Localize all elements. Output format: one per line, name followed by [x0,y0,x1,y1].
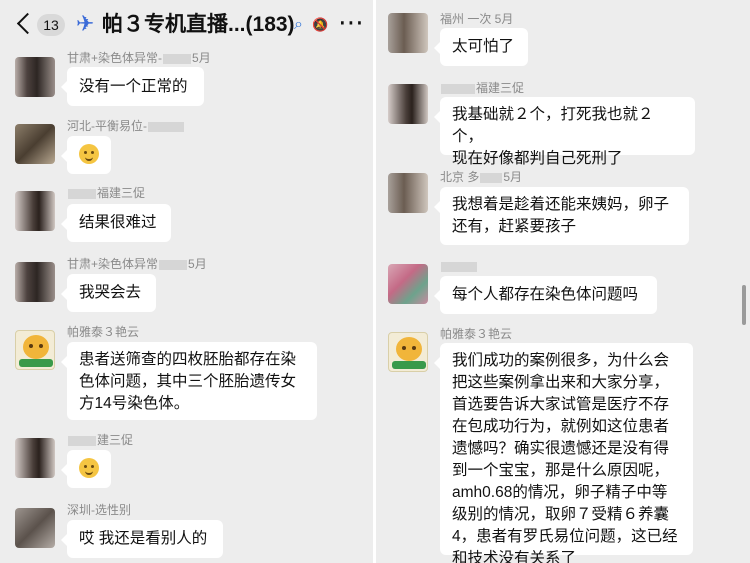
sender-name: 河北-平衡易位- [67,119,185,133]
sender-name-suffix: 福建三促 [476,81,525,95]
emoji-sticker-icon [79,144,99,164]
avatar[interactable] [388,264,428,304]
sender-name-suffix: 5月 [503,170,523,184]
message-bubble[interactable]: 我们成功的案例很多，为什么会 把这些案例拿出来和大家分享， 首选要告诉大家试管是… [434,343,693,563]
logo-ribbon [19,359,53,367]
chat-header: 13 ✈ 帕３专机直播...(183) ⌕ 🔕 ⋯ [0,0,373,50]
message-text: 我基础就２个，打死我也就２个， 现在好像都判自己死刑了 [452,106,654,167]
message-text: 我们成功的案例很多，为什么会 把这些案例拿出来和大家分享， 首选要告诉大家试管是… [452,352,678,563]
redaction-block [441,261,477,272]
sender-name: 建三促 [67,433,133,447]
sender-name-suffix: 5月 [192,51,211,65]
sender-name-text: 甘肃+染色体异常- [67,51,163,65]
mascot-icon [396,337,422,361]
redaction-block [68,435,96,446]
message-bubble[interactable]: 我想着是趁着还能来姨妈，卵子 还有，赶紧要孩子 [434,187,689,245]
sender-name: 深圳-选性别 [67,503,131,517]
redaction-block [148,121,184,132]
logo-ribbon [392,361,426,369]
message-bubble[interactable]: 结果很难过 [61,204,171,242]
message-text: 没有一个正常的 [79,78,188,95]
message-text: 患者送筛查的四枚胚胎都存在染 色体问题，其中三个胚胎遗传女 方14号染色体。 [79,351,297,412]
sender-name: 福建三促 [67,186,145,200]
more-options-icon[interactable]: ⋯ [338,9,364,35]
message-text: 哎 我还是看别人的 [79,530,208,547]
chat-panel-right: 福州 一次 5月 太可怕了 福建三促 我基础就２个，打死我也就２个， 现在好像都… [376,0,750,563]
message-bubble[interactable] [61,136,111,174]
sender-name: 北京 多 5月 [440,170,522,184]
chat-panel-left: 13 ✈ 帕３专机直播...(183) ⌕ 🔕 ⋯ 甘肃+染色体异常- 5月 没有… [0,0,373,563]
avatar[interactable] [15,508,55,548]
message-bubble[interactable]: 太可怕了 [434,28,528,66]
redaction-block [159,259,188,270]
avatar[interactable] [15,124,55,164]
sender-name: 甘肃+染色体异常- 5月 [67,51,211,65]
mascot-icon [23,335,49,359]
sender-name: 福建三促 [440,81,524,95]
message-bubble[interactable] [61,450,111,488]
redaction-block [441,83,475,94]
redaction-block [480,172,503,183]
message-text: 我哭会去 [79,284,142,301]
message-text: 太可怕了 [452,38,515,55]
redaction-block [68,188,96,199]
sender-name-suffix: 福建三促 [97,186,146,200]
message-text: 每个人都存在染色体问题吗 [452,286,639,303]
sender-name: 帕雅泰３艳云 [440,327,512,341]
plane-icon: ✈ [76,11,95,36]
group-name: 帕３专机直播... [102,13,246,36]
message-bubble[interactable]: 没有一个正常的 [61,67,204,106]
avatar[interactable] [388,173,428,213]
member-count: (183) [245,13,295,36]
avatar[interactable] [15,191,55,231]
sender-name: 帕雅泰３艳云 [67,325,139,339]
sender-name [440,259,478,273]
sender-name-text: 福州 一次 5月 [440,12,514,26]
sender-name-text: 甘肃+染色体异常 [67,257,159,271]
unread-count-badge[interactable]: 13 [37,14,65,36]
sender-name-text: 北京 多 [440,170,480,184]
avatar-logo[interactable] [388,332,428,372]
message-text: 结果很难过 [79,214,157,231]
sender-name-text: 河北-平衡易位- [67,119,147,133]
avatar[interactable] [15,438,55,478]
chat-title: 帕３专机直播...(183) [102,11,295,39]
avatar[interactable] [388,13,428,53]
message-text: 我想着是趁着还能来姨妈，卵子 还有，赶紧要孩子 [452,196,670,235]
scrollbar[interactable] [742,285,746,325]
sender-name-text: 帕雅泰３艳云 [440,327,513,341]
message-bubble[interactable]: 每个人都存在染色体问题吗 [434,276,657,314]
sender-name-text: 深圳-选性别 [67,503,131,517]
sender-name-suffix: 5月 [188,257,207,271]
message-bubble[interactable]: 我基础就２个，打死我也就２个， 现在好像都判自己死刑了 [434,97,695,167]
avatar-logo[interactable] [15,330,55,370]
back-arrow-icon[interactable] [14,10,35,31]
search-icon[interactable]: ⌕ [294,14,303,36]
sender-name: 甘肃+染色体异常 5月 [67,257,207,271]
sender-name-suffix: 建三促 [97,433,134,447]
avatar[interactable] [15,262,55,302]
sender-name-text: 帕雅泰３艳云 [67,325,140,339]
mute-icon: 🔕 [312,17,329,32]
redaction-block [163,53,192,64]
emoji-sticker-icon [79,458,99,478]
avatar[interactable] [388,84,428,124]
message-bubble[interactable]: 我哭会去 [61,274,156,312]
message-bubble[interactable]: 哎 我还是看别人的 [61,520,223,558]
avatar[interactable] [15,57,55,97]
sender-name: 福州 一次 5月 [440,12,513,26]
message-bubble[interactable]: 患者送筛查的四枚胚胎都存在染 色体问题，其中三个胚胎遗传女 方14号染色体。 [61,342,317,420]
